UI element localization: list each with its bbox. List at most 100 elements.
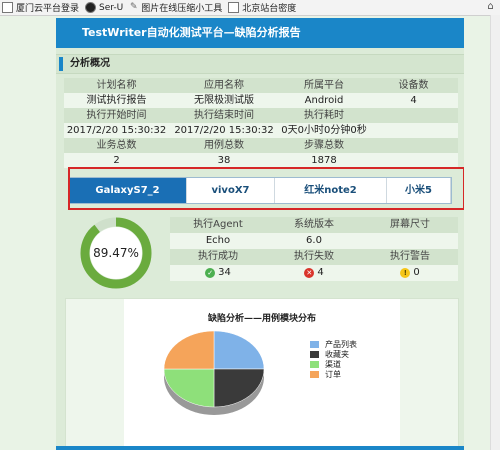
summary-table: 计划名称 应用名称 所属平台 设备数测试执行报告 无限极测试版 Android 4 执行开始时… (64, 78, 458, 168)
summary-cell: 无限极测试版 (194, 95, 254, 106)
value-os: 6.0 (306, 235, 322, 246)
summary-cell: 2017/2/20 15:30:32 (66, 125, 167, 136)
bookmark-item[interactable]: 北京站台密度 (228, 1, 296, 14)
header-warn: 执行警告 (390, 251, 430, 262)
header-fail: 执行失败 (294, 251, 334, 262)
section-header: 分析概况 (56, 54, 464, 74)
summary-cell: 2 (113, 155, 120, 166)
device-info-table: 执行Agent 系统版本 屏幕尺寸 Echo 6.0 执行成功 执行失败 执行警… (170, 217, 458, 281)
pie-chart (164, 330, 265, 415)
value-agent: Echo (205, 235, 231, 246)
bookmark-item[interactable]: ✎ 图片在线压缩小工具 (129, 1, 223, 15)
section-marker (59, 57, 63, 71)
fail-count: 4 (317, 267, 324, 278)
summary-value-row: 2017/2/20 15:30:32 2017/2/20 15:30:32 0天0小… (64, 123, 458, 138)
bookmark-label: 北京站台密度 (242, 4, 297, 14)
bookmark-item[interactable]: Ser-U (85, 2, 123, 13)
bookmark-label: 厦门云平台登录 (16, 4, 80, 14)
header-os: 系统版本 (294, 219, 334, 230)
summary-cell: 2017/2/20 15:30:32 (174, 125, 274, 136)
summary-value-row: 测试执行报告 无限极测试版 Android 4 (64, 93, 458, 108)
summary-cell: 0天0小时0分钟0秒 (281, 125, 367, 136)
success-count: 34 (218, 267, 231, 278)
legend-swatch (310, 360, 319, 368)
device-value-row: Echo 6.0 (170, 233, 458, 249)
home-icon[interactable]: ⌂ (485, 1, 496, 12)
legend-item: 渠道 (310, 359, 357, 369)
summary-cell: 执行耗时 (304, 110, 344, 121)
summary-cell: 1878 (311, 155, 337, 166)
summary-cell: 业务总数 (96, 140, 137, 151)
chart-card: 缺陷分析——用例模块分布 产品列表 收藏夹 渠道 订单 (65, 298, 459, 448)
bottom-section-bar (56, 446, 464, 450)
tab-device[interactable]: 红米note2 (275, 178, 387, 203)
summary-cell: 测试执行报告 (86, 95, 147, 106)
summary-cell: 执行开始时间 (86, 110, 147, 121)
summary-cell: Android (304, 95, 344, 106)
check-icon: ✓ (205, 268, 216, 278)
globe-icon (85, 2, 97, 13)
legend-swatch (310, 350, 319, 358)
summary-cell: 执行结束时间 (194, 110, 254, 121)
summary-header-row: 计划名称 应用名称 所属平台 设备数 (64, 78, 458, 93)
legend-item: 订单 (310, 369, 357, 379)
result-value-row: ✓ 34 ✕ 4 ! 0 (170, 265, 458, 281)
summary-header-row: 业务总数 用例总数 步骤总数 (64, 138, 458, 153)
summary-cell: 4 (410, 95, 417, 106)
pie-slice (164, 368, 215, 408)
legend-swatch (310, 340, 319, 348)
fail-cell: ✕ 4 (266, 265, 362, 281)
legend-swatch (310, 370, 319, 378)
wrench-icon: ✎ (129, 2, 138, 12)
value-screen (362, 233, 458, 249)
pie-slice (164, 330, 215, 370)
summary-cell: 计划名称 (96, 80, 137, 91)
vertical-scrollbar[interactable] (490, 15, 500, 450)
pie-slice (213, 330, 265, 370)
report-title: TestWriter自动化测试平台—缺陷分析报告 (56, 18, 464, 48)
warning-icon: ! (400, 268, 411, 278)
summary-cell (369, 138, 458, 153)
summary-cell: 所属平台 (304, 80, 344, 91)
chart-legend: 产品列表 收藏夹 渠道 订单 (310, 339, 357, 379)
chart-title: 缺陷分析——用例模块分布 (207, 314, 316, 324)
close-icon: ✕ (304, 268, 315, 278)
result-header-row: 执行成功 执行失败 执行警告 (170, 249, 458, 265)
legend-label: 订单 (325, 369, 341, 379)
bookmarks-bar: 厦门云平台登录 Ser-U ✎ 图片在线压缩小工具 北京站台密度 ⌂ (0, 0, 500, 16)
summary-cell: 设备数 (398, 80, 429, 91)
summary-cell: 用例总数 (204, 140, 244, 151)
summary-cell: 应用名称 (204, 80, 244, 91)
header-screen: 屏幕尺寸 (390, 219, 430, 230)
device-header-row: 执行Agent 系统版本 屏幕尺寸 (170, 217, 458, 233)
device-tabs: GalaxyS7_2 vivoX7 红米note2 小米5 (68, 177, 452, 204)
pass-rate-gauge: 89.47% (80, 217, 152, 289)
legend-item: 收藏夹 (310, 349, 357, 359)
tab-device[interactable]: vivoX7 (187, 178, 275, 203)
chart-area: 缺陷分析——用例模块分布 产品列表 收藏夹 渠道 订单 (124, 299, 400, 447)
report-panel: TestWriter自动化测试平台—缺陷分析报告 分析概况 计划名称 应用名称 所属… (56, 18, 464, 450)
bookmark-label: 图片在线压缩小工具 (141, 4, 223, 14)
document-icon (228, 2, 240, 13)
bookmark-item[interactable]: 厦门云平台登录 (2, 1, 79, 14)
warn-count: 0 (413, 267, 420, 278)
summary-cell: 38 (217, 155, 231, 166)
gauge-label: 89.47% (93, 246, 139, 260)
bookmark-label: Ser-U (99, 2, 124, 13)
success-cell: ✓ 34 (170, 265, 266, 281)
warn-cell: ! 0 (362, 265, 458, 281)
tab-device[interactable]: GalaxyS7_2 (69, 178, 187, 203)
legend-item: 产品列表 (310, 339, 357, 349)
section-title: 分析概况 (70, 58, 110, 69)
document-icon (2, 2, 13, 13)
summary-cell: 步骤总数 (304, 140, 344, 151)
pie-slice (213, 368, 265, 408)
header-success: 执行成功 (198, 251, 238, 262)
header-agent: 执行Agent (193, 219, 243, 230)
summary-cell (369, 108, 458, 123)
summary-header-row: 执行开始时间 执行结束时间 执行耗时 (64, 108, 458, 123)
summary-cell (369, 123, 458, 138)
summary-value-row: 2 38 1878 (64, 153, 458, 168)
summary-cell (369, 153, 458, 168)
tab-device[interactable]: 小米5 (387, 178, 451, 203)
